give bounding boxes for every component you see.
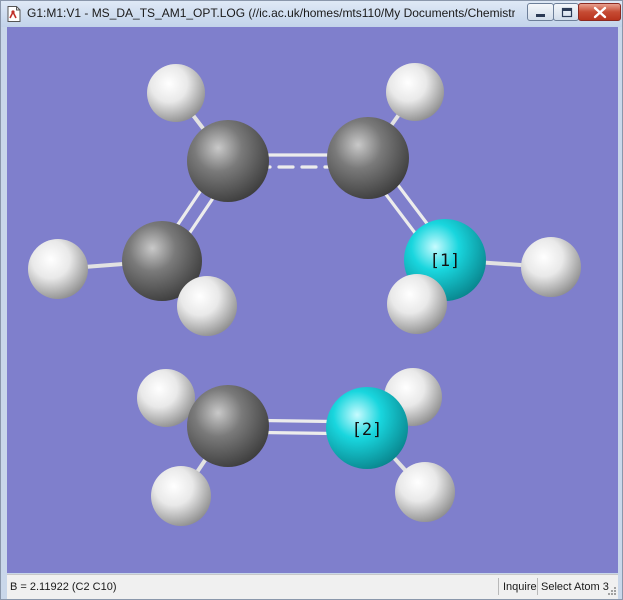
molecule-viewport[interactable]: [1] [2] bbox=[7, 27, 618, 573]
hydrogen-atom[interactable] bbox=[177, 276, 237, 336]
bond-group bbox=[56, 90, 553, 498]
status-action: Select Atom 3 bbox=[541, 581, 609, 593]
atom-label-1: [1] bbox=[430, 251, 461, 271]
carbon-atom[interactable] bbox=[187, 385, 269, 467]
maximize-button[interactable] bbox=[553, 3, 579, 21]
maximize-icon bbox=[561, 7, 573, 18]
hydrogen-atom[interactable] bbox=[28, 239, 88, 299]
hydrogen-atom[interactable] bbox=[386, 63, 444, 121]
window-title: G1:M1:V1 - MS_DA_TS_AM1_OPT.LOG (//ic.ac… bbox=[27, 6, 515, 20]
atom-label-2: [2] bbox=[352, 420, 383, 440]
title-bar[interactable]: G1:M1:V1 - MS_DA_TS_AM1_OPT.LOG (//ic.ac… bbox=[1, 1, 622, 27]
molecule-scene[interactable]: [1] [2] bbox=[7, 27, 618, 573]
status-mode: Inquire bbox=[503, 581, 537, 593]
minimize-icon bbox=[536, 14, 545, 17]
carbon-atom[interactable] bbox=[327, 117, 409, 199]
hydrogen-atom[interactable] bbox=[521, 237, 581, 297]
app-document-icon bbox=[7, 6, 21, 22]
hydrogen-atom[interactable] bbox=[147, 64, 205, 122]
status-bar: B = 2.11922 (C2 C10) Inquire Select Atom… bbox=[7, 574, 618, 599]
close-button[interactable] bbox=[578, 3, 621, 21]
hydrogen-atom[interactable] bbox=[387, 274, 447, 334]
close-icon bbox=[593, 6, 607, 19]
carbon-atom[interactable] bbox=[187, 120, 269, 202]
hydrogen-atom[interactable] bbox=[395, 462, 455, 522]
status-separator bbox=[498, 578, 499, 595]
resize-grip-icon[interactable] bbox=[607, 586, 617, 596]
hydrogen-atom[interactable] bbox=[137, 369, 195, 427]
status-measurement: B = 2.11922 (C2 C10) bbox=[10, 581, 117, 593]
status-separator bbox=[537, 578, 538, 595]
hydrogen-atom[interactable] bbox=[151, 466, 211, 526]
minimize-button[interactable] bbox=[527, 3, 554, 21]
gaussview-window: G1:M1:V1 - MS_DA_TS_AM1_OPT.LOG (//ic.ac… bbox=[0, 0, 623, 600]
